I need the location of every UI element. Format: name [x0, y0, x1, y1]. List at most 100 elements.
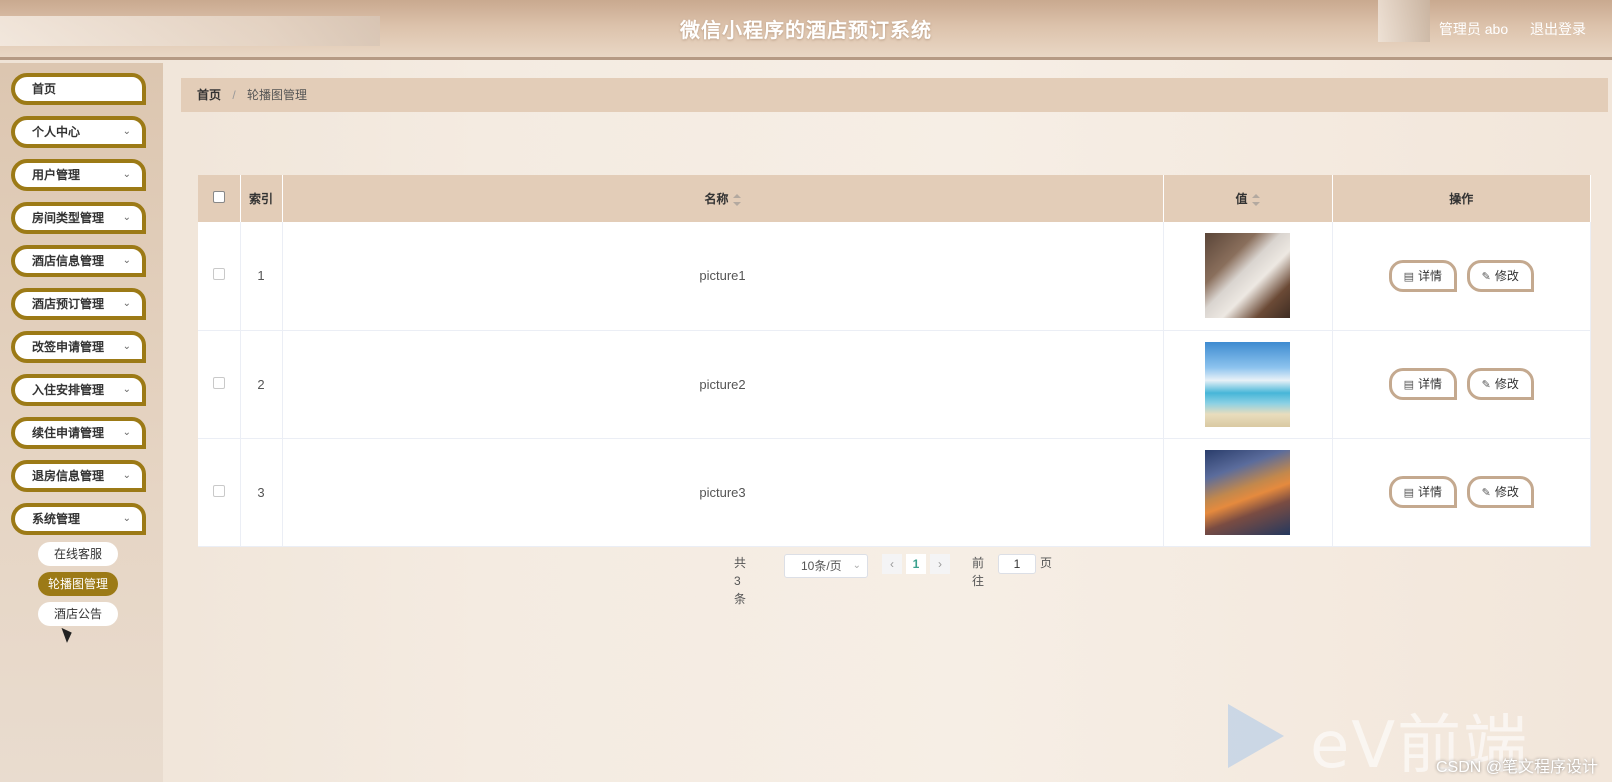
column-header-value-label: 值: [1235, 192, 1248, 206]
edit-button[interactable]: ✎ 修改: [1466, 259, 1534, 292]
document-icon: ▤: [1403, 379, 1415, 391]
carousel-table: 索引 名称 值 操作 1 picture1 ▤ 详情 ✎ 修改 2 picture2: [198, 175, 1591, 547]
chevron-down-icon: ⌄: [122, 255, 131, 266]
row-checkbox[interactable]: [212, 484, 225, 497]
logout-link[interactable]: 退出登录: [1530, 21, 1586, 37]
top-header: 微信小程序的酒店预订系统 管理员 abo 退出登录: [0, 0, 1612, 60]
row-name: picture2: [282, 330, 1164, 439]
breadcrumb-home[interactable]: 首页: [197, 88, 221, 102]
chevron-down-icon: ⌄: [122, 212, 131, 223]
sidebar-item-label: 房间类型管理: [32, 211, 105, 225]
row-select-cell: [198, 222, 241, 331]
page-size-value: 10条/页: [801, 559, 842, 573]
detail-button-label: 详情: [1418, 377, 1443, 391]
sidebar-item-label: 续住申请管理: [32, 426, 105, 440]
chevron-down-icon: ⌄: [122, 298, 131, 309]
edit-button[interactable]: ✎ 修改: [1466, 368, 1534, 400]
sidebar-item-extend-stay-management[interactable]: 续住申请管理 ⌄: [11, 417, 146, 449]
table-row: 1 picture1 ▤ 详情 ✎ 修改: [198, 222, 1591, 331]
edit-button[interactable]: ✎ 修改: [1466, 476, 1534, 508]
beach-image[interactable]: [1205, 341, 1290, 427]
chevron-down-icon: ⌄: [852, 560, 861, 571]
goto-page-input[interactable]: 1: [998, 554, 1036, 574]
chevron-down-icon: ⌄: [122, 427, 131, 438]
detail-button[interactable]: ▤ 详情: [1388, 259, 1458, 292]
pagination-total: 共 3 条: [734, 556, 747, 606]
page-size-select[interactable]: 10条/页 ⌄: [784, 554, 868, 578]
select-all-checkbox[interactable]: [212, 191, 225, 203]
row-select-cell: [198, 438, 241, 547]
sidebar-item-booking-management[interactable]: 酒店预订管理 ⌄: [11, 288, 146, 320]
breadcrumb-current: 轮播图管理: [247, 88, 308, 102]
row-actions: ▤ 详情 ✎ 修改: [1332, 330, 1591, 439]
sidebar-item-checkout-management[interactable]: 退房信息管理 ⌄: [11, 460, 146, 492]
header-user-area: 管理员 abo 退出登录: [1421, 19, 1586, 39]
chevron-down-icon: ⌄: [122, 384, 131, 395]
row-index: 1: [240, 222, 283, 331]
chevron-down-icon: ⌄: [122, 470, 131, 481]
current-user[interactable]: 管理员 abo: [1439, 21, 1508, 37]
detail-button[interactable]: ▤ 详情: [1388, 476, 1458, 508]
goto-prefix: 前往: [972, 556, 985, 588]
sidebar-item-label: 首页: [32, 82, 57, 96]
detail-button-label: 详情: [1418, 485, 1443, 499]
row-checkbox[interactable]: [212, 268, 225, 281]
page-number-current[interactable]: 1: [906, 554, 926, 574]
row-name: picture1: [282, 222, 1164, 331]
chevron-down-icon: ⌄: [122, 169, 131, 180]
sidebar-item-personal-center[interactable]: 个人中心 ⌄: [11, 116, 146, 148]
pencil-icon: ✎: [1481, 379, 1491, 391]
next-page-icon[interactable]: ›: [930, 554, 950, 574]
sidebar-item-change-request-management[interactable]: 改签申请管理 ⌄: [11, 331, 146, 363]
detail-button-label: 详情: [1418, 268, 1443, 283]
column-header-value[interactable]: 值: [1163, 175, 1333, 222]
edit-button-label: 修改: [1494, 377, 1519, 391]
sidebar-subitem-online-service[interactable]: 在线客服: [38, 542, 118, 566]
column-header-name[interactable]: 名称: [282, 175, 1164, 222]
row-index: 3: [240, 438, 283, 547]
pencil-icon: ✎: [1481, 270, 1491, 283]
row-checkbox[interactable]: [212, 376, 225, 389]
row-index: 2: [240, 330, 283, 439]
app-title: 微信小程序的酒店预订系统: [680, 20, 932, 42]
row-value-cell: [1163, 330, 1333, 439]
csdn-watermark: CSDN @笔文程序设计: [1435, 759, 1598, 776]
document-icon: ▤: [1403, 487, 1415, 499]
column-header-actions: 操作: [1332, 175, 1591, 222]
table-row: 3 picture3 ▤ 详情 ✎ 修改: [198, 438, 1591, 547]
chevron-down-icon: ⌄: [122, 126, 131, 137]
row-actions: ▤ 详情 ✎ 修改: [1332, 222, 1591, 331]
sidebar-item-system-management[interactable]: 系统管理 ⌄: [11, 503, 146, 535]
sidebar-subitem-carousel-management[interactable]: 轮播图管理: [38, 572, 118, 596]
chevron-down-icon: ⌄: [122, 513, 131, 524]
sidebar-item-label: 用户管理: [32, 168, 81, 182]
table-header-row: 索引 名称 值 操作: [198, 175, 1591, 222]
select-all-cell: [198, 175, 241, 222]
row-value-cell: [1163, 438, 1333, 547]
detail-button[interactable]: ▤ 详情: [1388, 368, 1458, 400]
table-row: 2 picture2 ▤ 详情 ✎ 修改: [198, 330, 1591, 439]
sidebar-item-checkin-management[interactable]: 入住安排管理 ⌄: [11, 374, 146, 406]
sidebar-item-label: 入住安排管理: [32, 383, 105, 397]
sidebar-item-label: 改签申请管理: [32, 340, 105, 354]
prev-page-icon[interactable]: ‹: [882, 554, 902, 574]
sidebar-item-label: 退房信息管理: [32, 469, 105, 483]
document-icon: ▤: [1403, 270, 1415, 283]
sidebar-item-label: 酒店预订管理: [32, 297, 105, 311]
hotel-room-image[interactable]: [1205, 233, 1290, 319]
sort-icon[interactable]: [732, 193, 741, 206]
sidebar-item-room-type-management[interactable]: 房间类型管理 ⌄: [11, 202, 146, 234]
sidebar-item-hotel-info-management[interactable]: 酒店信息管理 ⌄: [11, 245, 146, 277]
column-header-name-label: 名称: [704, 192, 729, 206]
sidebar-item-label: 酒店信息管理: [32, 254, 105, 268]
goto-suffix: 页: [1040, 556, 1053, 570]
row-name: picture3: [282, 438, 1164, 547]
sort-icon[interactable]: [1251, 193, 1260, 206]
sidebar-subitem-hotel-notice[interactable]: 酒店公告: [38, 602, 118, 626]
sidebar-item-home[interactable]: 首页: [11, 73, 146, 105]
landscape-painting-image[interactable]: [1205, 449, 1290, 535]
sidebar-item-label: 系统管理: [32, 512, 81, 526]
column-header-index: 索引: [240, 175, 283, 222]
play-logo-icon: [1228, 704, 1284, 768]
sidebar-item-user-management[interactable]: 用户管理 ⌄: [11, 159, 146, 191]
